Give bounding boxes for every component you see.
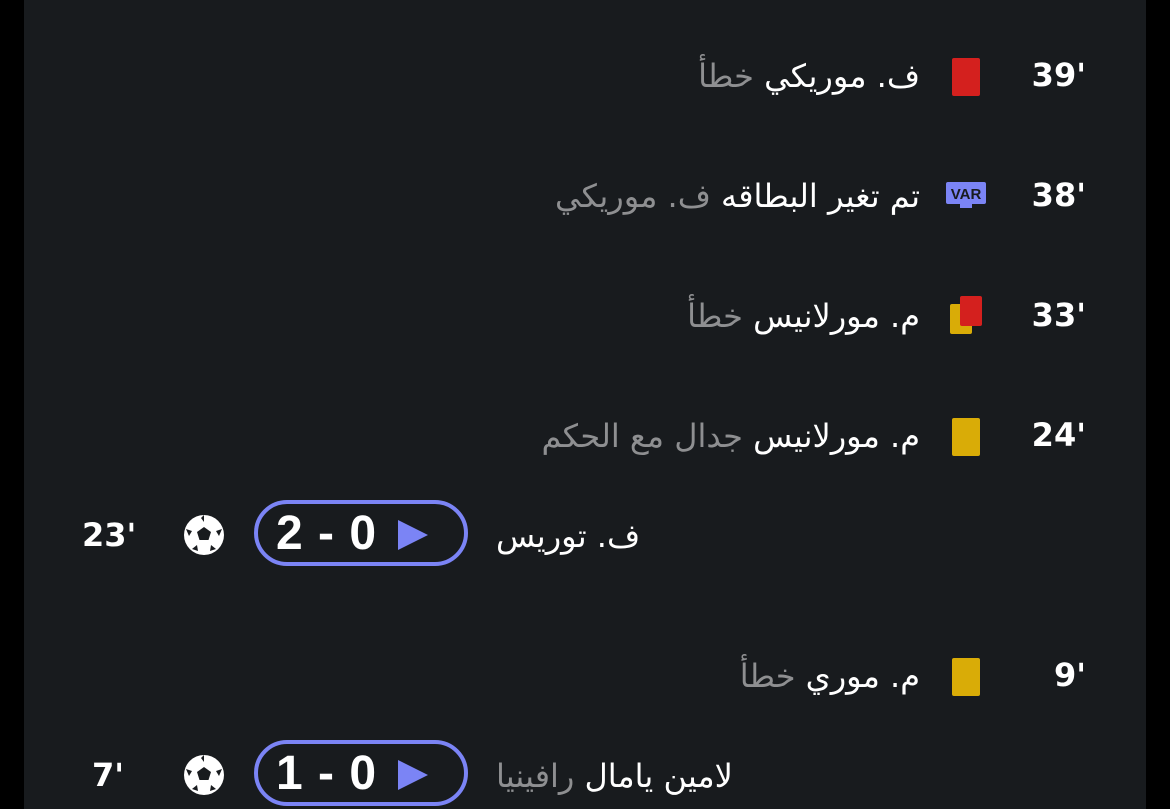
red-card-icon — [948, 56, 980, 98]
score: 2 - 0 — [276, 507, 378, 560]
event-row-yellow-card: 24' م. مورلانيس جدال مع الحكم — [24, 380, 1146, 500]
event-detail: خطأ — [698, 57, 754, 95]
event-text: لامين يامال رافينيا — [496, 754, 733, 798]
player-name: م. مورلانيس — [753, 417, 920, 455]
event-row-second-yellow: 33' م. مورلانيس خطأ — [24, 260, 1146, 380]
event-text: ف. موريكي خطأ — [698, 54, 920, 98]
event-row-yellow-card: 9' م. موري خطأ — [24, 620, 1146, 740]
event-row-goal[interactable]: 23' 2 - 0 ف. توريس — [24, 500, 1146, 570]
event-minute: 33' — [1031, 296, 1086, 334]
assist-name: رافينيا — [496, 757, 575, 795]
goal-highlight-button[interactable]: 1 - 0 — [254, 740, 468, 806]
yellow-card-icon — [948, 416, 980, 458]
player-name: تم تغير البطاقه — [721, 177, 920, 215]
event-detail: خطأ — [739, 657, 796, 695]
var-icon: VAR — [946, 176, 986, 218]
event-detail: خطأ — [687, 297, 743, 335]
event-row-goal[interactable]: 7' 1 - 0 لامين يامال رافينيا — [24, 740, 1146, 809]
event-text: ف. توريس — [496, 514, 640, 558]
yellow-card-icon — [948, 656, 980, 698]
event-text: م. مورلانيس خطأ — [687, 294, 920, 338]
event-minute: 39' — [1031, 56, 1086, 94]
event-text: م. مورلانيس جدال مع الحكم — [541, 414, 920, 458]
event-minute: 9' — [1053, 656, 1086, 694]
player-name: م. مورلانيس — [753, 297, 920, 335]
event-minute: 7' — [92, 756, 125, 794]
event-row-var: 38' VAR تم تغير البطاقه ف. موريكي — [24, 140, 1146, 260]
play-icon — [398, 760, 428, 790]
event-detail: ف. موريكي — [554, 177, 711, 215]
player-name: ف. توريس — [496, 517, 641, 555]
player-name: م. موري — [805, 657, 920, 695]
event-detail: جدال مع الحكم — [541, 417, 743, 455]
play-icon — [398, 520, 428, 550]
event-text: تم تغير البطاقه ف. موريكي — [555, 174, 920, 218]
soccer-ball-icon — [182, 513, 226, 557]
score: 1 - 0 — [276, 747, 378, 800]
event-text: م. موري خطأ — [740, 654, 920, 698]
player-name: ف. موريكي — [764, 57, 920, 95]
event-minute: 38' — [1031, 176, 1086, 214]
match-events-panel: 39' ف. موريكي خطأ 38' VAR تم تغير البطاق… — [24, 0, 1146, 809]
event-minute: 24' — [1031, 416, 1086, 454]
second-yellow-red-card-icon — [948, 296, 982, 338]
event-minute: 23' — [82, 516, 137, 554]
var-label: VAR — [951, 186, 982, 203]
event-row-red-card: 39' ف. موريكي خطأ — [24, 20, 1146, 140]
soccer-ball-icon — [182, 753, 226, 797]
goal-highlight-button[interactable]: 2 - 0 — [254, 500, 468, 566]
player-name: لامين يامال — [584, 757, 733, 795]
